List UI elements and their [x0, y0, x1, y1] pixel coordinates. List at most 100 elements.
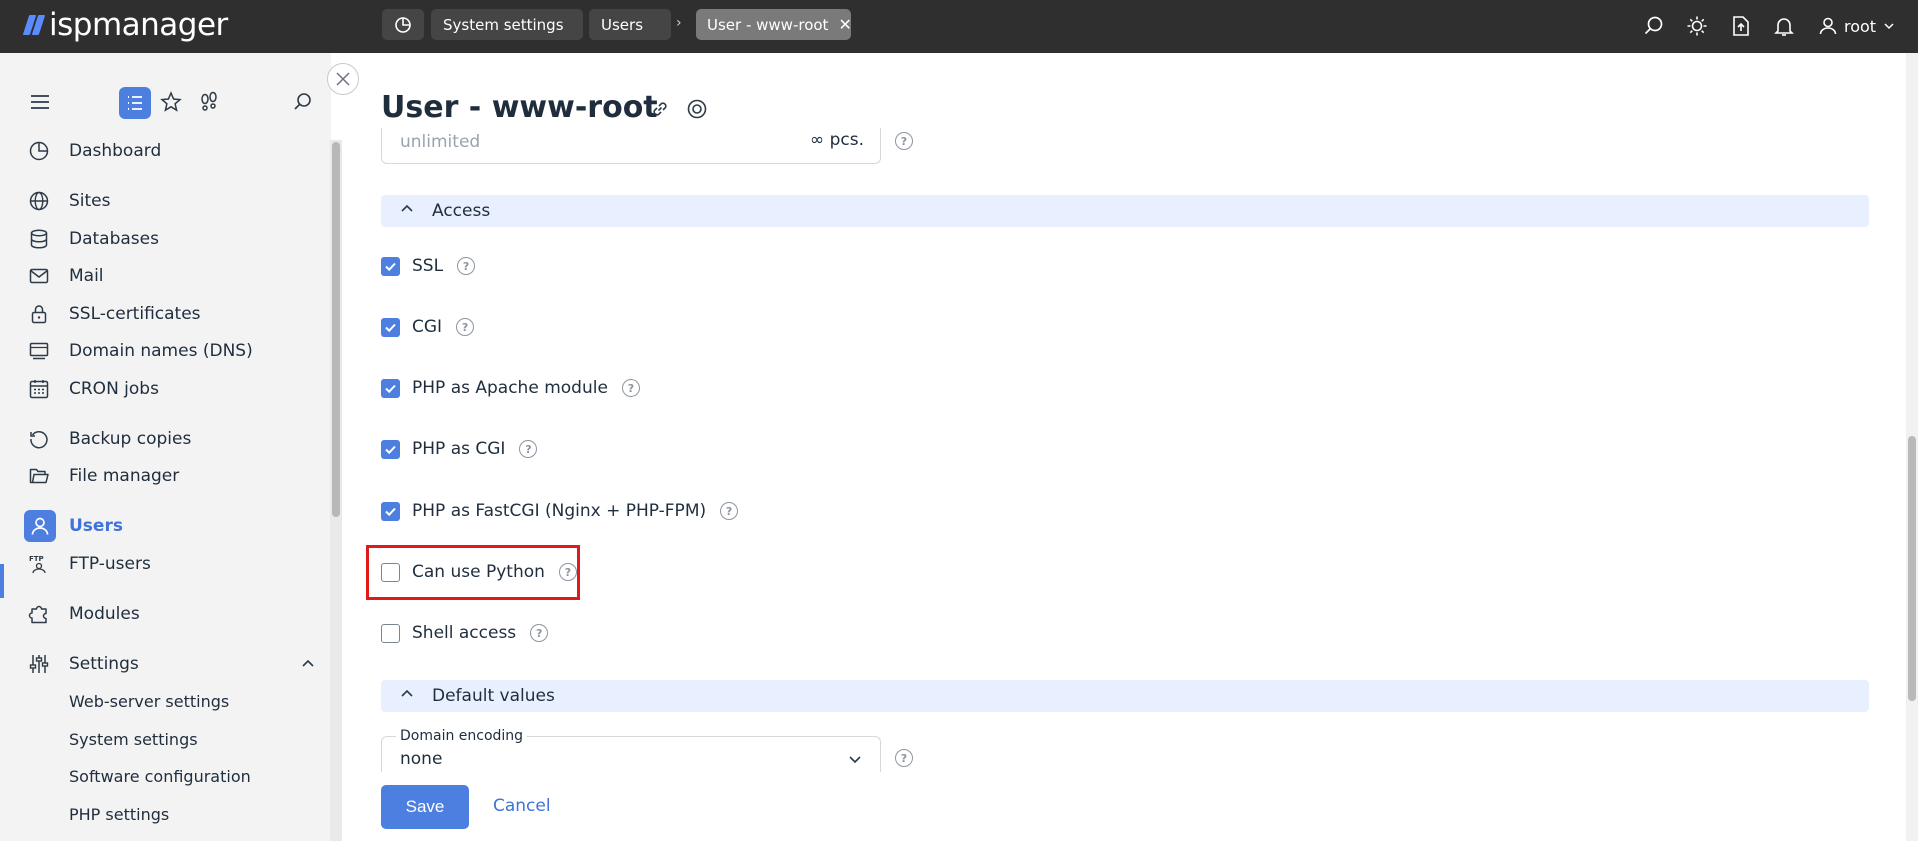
option-cgi[interactable]: CGI ? — [381, 315, 475, 339]
ssl-checkbox[interactable] — [381, 256, 400, 276]
upload-icon[interactable] — [1728, 13, 1754, 39]
section-default-values-title: Default values — [432, 686, 555, 706]
sidebar-subitem-web-server-settings[interactable]: Web-server settings — [69, 692, 229, 711]
search-icon[interactable] — [1641, 13, 1667, 39]
main-panel — [344, 53, 1906, 841]
sidebar-search-icon[interactable] — [292, 91, 314, 117]
svg-text:FTP: FTP — [29, 555, 44, 563]
help-lifebuoy-icon[interactable] — [685, 97, 709, 121]
chevron-up-icon[interactable] — [300, 656, 316, 677]
sidebar-item-dashboard[interactable]: Dashboard — [0, 135, 331, 167]
dashboard-icon — [395, 16, 411, 33]
globe-icon — [27, 189, 51, 213]
sidebar-item-label: Domain names (DNS) — [69, 341, 253, 361]
theme-sun-icon[interactable] — [1684, 13, 1710, 39]
main-scrollbar-thumb[interactable] — [1908, 436, 1916, 701]
notifications-bell-icon[interactable] — [1771, 13, 1797, 39]
sidebar-item-sites[interactable]: Sites — [0, 185, 331, 217]
help-icon[interactable]: ? — [621, 379, 640, 397]
footsteps-icon[interactable] — [198, 91, 220, 117]
close-panel-button[interactable] — [327, 63, 359, 95]
sidebar-item-dns[interactable]: Domain names (DNS) — [0, 335, 331, 367]
sidebar-subitem-system-settings[interactable]: System settings — [69, 730, 198, 749]
breadcrumb-users[interactable]: Users — [589, 9, 671, 40]
help-icon[interactable]: ? — [720, 502, 739, 520]
help-icon[interactable]: ? — [895, 749, 913, 767]
sidebar-item-settings[interactable]: Settings — [0, 648, 331, 680]
breadcrumb-current[interactable]: User - www-root ✕ — [696, 9, 852, 40]
sidebar-item-label: Sites — [69, 191, 111, 211]
favorites-star-icon[interactable] — [160, 91, 182, 117]
help-icon[interactable]: ? — [558, 563, 577, 581]
chevron-down-icon — [848, 751, 862, 770]
help-icon[interactable]: ? — [530, 624, 549, 642]
sidebar-item-mail[interactable]: Mail — [0, 260, 331, 292]
php-cgi-label: PHP as CGI — [412, 439, 506, 459]
domain-encoding-value: none — [400, 749, 443, 769]
sidebar-item-backup-copies[interactable]: Backup copies — [0, 423, 331, 455]
chevron-up-icon — [399, 201, 415, 221]
app-logo[interactable]: ispmanager — [22, 6, 228, 44]
section-default-values-header[interactable]: Default values — [381, 680, 1869, 712]
help-icon[interactable]: ? — [457, 257, 476, 275]
domain-encoding-select[interactable]: Domain encoding none — [381, 728, 881, 772]
option-php-fastcgi[interactable]: PHP as FastCGI (Nginx + PHP-FPM) ? — [381, 499, 739, 523]
close-tab-icon[interactable]: ✕ — [838, 15, 851, 34]
sidebar-item-cron-jobs[interactable]: CRON jobs — [0, 373, 331, 405]
checkmark-icon — [385, 262, 396, 271]
php-fastcgi-checkbox[interactable] — [381, 501, 400, 521]
sidebar-item-ssl-certificates[interactable]: SSL-certificates — [0, 298, 331, 330]
section-access-header[interactable]: Access — [381, 195, 1869, 227]
help-icon[interactable]: ? — [456, 318, 475, 336]
sidebar-item-databases[interactable]: Databases — [0, 223, 331, 255]
option-shell-access[interactable]: Shell access ? — [381, 621, 549, 645]
breadcrumb-system-settings[interactable]: System settings — [431, 9, 583, 40]
limit-field-value: unlimited — [400, 132, 481, 152]
sidebar-item-label: Settings — [69, 654, 139, 674]
checkmark-icon — [385, 507, 396, 516]
option-php-cgi[interactable]: PHP as CGI ? — [381, 437, 538, 461]
user-icon — [24, 510, 56, 542]
ftp-icon: FTP — [27, 552, 51, 576]
calendar-icon — [27, 377, 51, 401]
php-apache-checkbox[interactable] — [381, 378, 400, 398]
list-view-icon[interactable] — [119, 87, 151, 119]
option-ssl[interactable]: SSL ? — [381, 254, 476, 278]
menu-hamburger-icon[interactable] — [29, 91, 51, 117]
sidebar-toolbar — [0, 85, 331, 121]
sidebar-item-file-manager[interactable]: File manager — [0, 460, 331, 492]
shell-access-label: Shell access — [412, 623, 517, 643]
dns-icon — [27, 339, 51, 363]
limit-field-unit: ∞ pcs. — [810, 130, 864, 150]
mail-icon — [27, 264, 51, 288]
limit-field[interactable]: unlimited ∞ pcs. — [381, 128, 881, 164]
sidebar-scrollbar-thumb[interactable] — [332, 142, 340, 517]
sidebar-item-modules[interactable]: Modules — [0, 598, 331, 630]
dashboard-shortcut-button[interactable] — [382, 9, 424, 40]
cancel-button[interactable]: Cancel — [493, 796, 551, 816]
option-php-apache-module[interactable]: PHP as Apache module ? — [381, 376, 640, 400]
help-icon[interactable]: ? — [519, 440, 538, 458]
cgi-checkbox[interactable] — [381, 317, 400, 337]
sidebar-item-users[interactable]: Users — [0, 510, 331, 542]
sidebar-item-label: SSL-certificates — [69, 304, 201, 324]
shell-access-checkbox[interactable] — [381, 623, 400, 643]
user-menu[interactable]: root — [1818, 12, 1895, 40]
main-scrollbar[interactable] — [1906, 53, 1918, 841]
breadcrumb-current-label: User - www-root — [707, 15, 829, 34]
checkmark-icon — [385, 384, 396, 393]
page-title: User - www-root — [381, 90, 658, 125]
sidebar-scrollbar[interactable] — [330, 140, 342, 841]
save-button[interactable]: Save — [381, 785, 469, 829]
php-cgi-checkbox[interactable] — [381, 439, 400, 459]
option-can-use-python[interactable]: Can use Python ? — [381, 560, 577, 584]
database-icon — [27, 227, 51, 251]
link-icon[interactable] — [648, 97, 672, 121]
php-fastcgi-label: PHP as FastCGI (Nginx + PHP-FPM) — [412, 501, 707, 521]
help-icon[interactable]: ? — [895, 132, 913, 150]
python-checkbox[interactable] — [381, 562, 400, 582]
puzzle-icon — [27, 602, 51, 626]
sidebar-subitem-php-settings[interactable]: PHP settings — [69, 805, 169, 824]
sidebar-item-ftp-users[interactable]: FTP FTP-users — [0, 548, 331, 580]
sidebar-subitem-software-configuration[interactable]: Software configuration — [69, 767, 251, 786]
